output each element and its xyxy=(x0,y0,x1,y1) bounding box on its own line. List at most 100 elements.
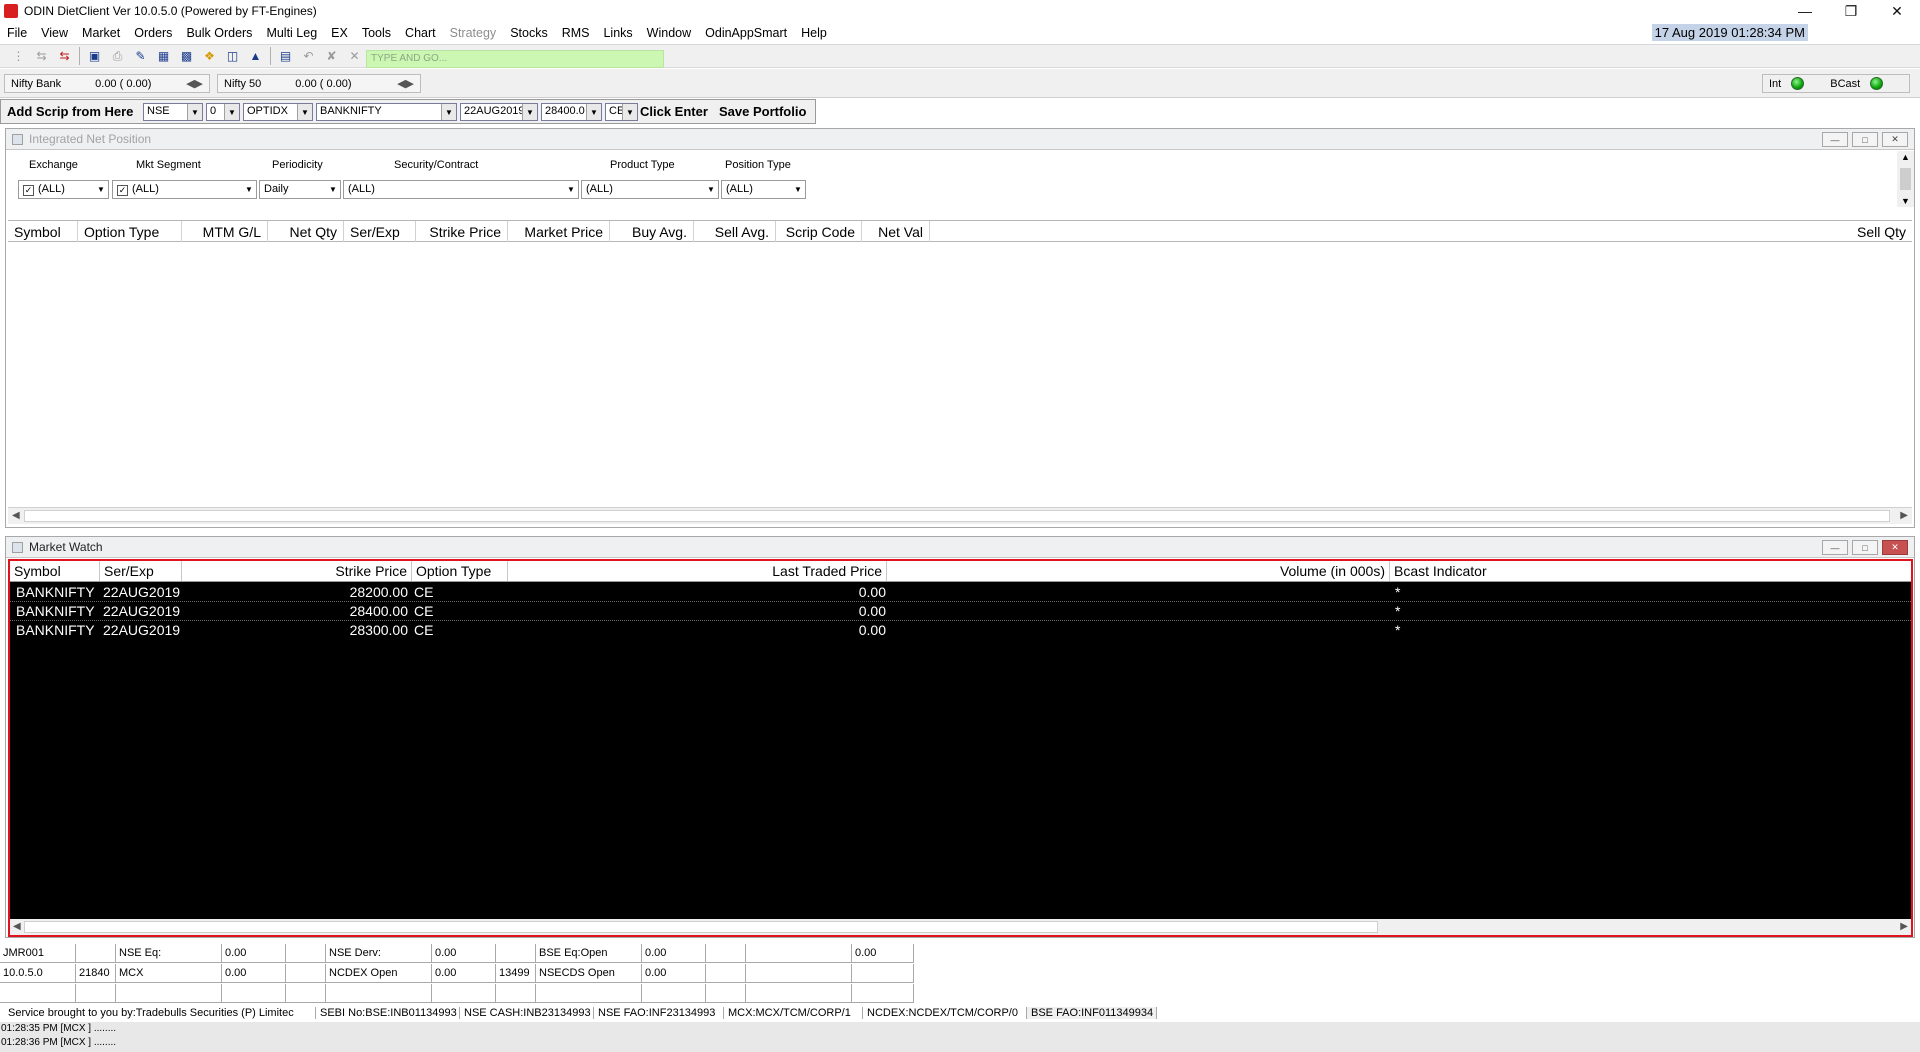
minimize-button[interactable]: — xyxy=(1782,0,1828,22)
column-header[interactable]: Volume (in 000s) xyxy=(887,561,1390,581)
chevron-down-icon[interactable]: ▼ xyxy=(791,181,805,198)
calculator-icon[interactable]: ▤ xyxy=(277,48,294,65)
instrument-select[interactable]: OPTIDX ▼ xyxy=(243,103,313,121)
save-portfolio-button[interactable]: Save Portfolio xyxy=(719,104,806,119)
menu-links[interactable]: Links xyxy=(596,26,639,40)
tools-icon[interactable]: ✘ xyxy=(323,48,340,65)
close-icon[interactable]: ✕ xyxy=(1882,132,1908,147)
segment-select[interactable]: 0 ▼ xyxy=(206,103,240,121)
menu-stocks[interactable]: Stocks xyxy=(503,26,555,40)
disconnect-icon[interactable]: ⇆ xyxy=(56,48,73,65)
column-header[interactable]: Net Qty xyxy=(268,221,344,242)
close-button[interactable]: ✕ xyxy=(1874,0,1920,22)
undo-icon[interactable]: ↶ xyxy=(300,48,317,65)
chevron-down-icon[interactable]: ▼ xyxy=(242,181,256,198)
chevron-down-icon[interactable]: ▼ xyxy=(704,181,718,198)
maximize-icon[interactable]: □ xyxy=(1852,540,1878,555)
save-icon[interactable]: ▣ xyxy=(86,48,103,65)
menu-chart[interactable]: Chart xyxy=(398,26,443,40)
checkbox-icon[interactable]: ✓ xyxy=(117,185,128,196)
column-header[interactable]: Net Val xyxy=(862,221,930,242)
scroll-left-icon[interactable]: ◀ xyxy=(13,921,21,932)
click-enter-button[interactable]: Click Enter xyxy=(640,104,708,119)
column-header[interactable]: Option Type xyxy=(412,561,508,581)
minimize-icon[interactable]: — xyxy=(1822,132,1848,147)
chevron-down-icon[interactable]: ▼ xyxy=(564,181,578,198)
order-book-icon[interactable]: ▦ xyxy=(155,48,172,65)
chevron-down-icon[interactable]: ▼ xyxy=(441,104,456,120)
column-header[interactable]: Sell Qty xyxy=(1812,221,1912,242)
market-watch-horizontal-scrollbar[interactable]: ◀ ▶ xyxy=(10,919,1911,935)
ticker-icon[interactable]: ▲ xyxy=(247,48,264,65)
column-header[interactable]: Strike Price xyxy=(182,561,412,581)
periodicity-filter-select[interactable]: Daily ▼ xyxy=(259,180,341,199)
scroll-right-icon[interactable]: ▶ xyxy=(1900,510,1908,521)
column-header[interactable]: Scrip Code xyxy=(776,221,862,242)
minimize-icon[interactable]: — xyxy=(1822,540,1848,555)
market-picture-icon[interactable]: ❖ xyxy=(201,48,218,65)
mkt-segment-filter-select[interactable]: ✓ (ALL) ▼ xyxy=(112,180,257,199)
chevron-down-icon[interactable]: ▼ xyxy=(622,104,637,120)
column-header[interactable]: Option Type xyxy=(78,221,182,242)
index-ticker-nifty50[interactable]: Nifty 50 0.00 ( 0.00) ◀▶ xyxy=(217,74,421,93)
index-ticker-niftybank[interactable]: Nifty Bank 0.00 ( 0.00) ◀▶ xyxy=(4,74,210,93)
menu-strategy[interactable]: Strategy xyxy=(443,26,504,40)
restore-button[interactable]: ❐ xyxy=(1828,0,1874,22)
menu-window[interactable]: Window xyxy=(640,26,698,40)
chevron-down-icon[interactable]: ▼ xyxy=(522,104,537,120)
scroll-left-icon[interactable]: ◀ xyxy=(12,510,20,521)
menu-ex[interactable]: EX xyxy=(324,26,355,40)
close-icon[interactable]: ✕ xyxy=(1882,540,1908,555)
snap-quote-icon[interactable]: ◫ xyxy=(224,48,241,65)
menu-odinappsmart[interactable]: OdinAppSmart xyxy=(698,26,794,40)
column-header[interactable]: MTM G/L xyxy=(182,221,268,242)
table-row[interactable]: BANKNIFTY 22AUG2019 28200.00 CE 0.00 * xyxy=(10,583,1911,602)
column-header[interactable]: Symbol xyxy=(10,561,100,581)
table-row[interactable]: BANKNIFTY 22AUG2019 28300.00 CE 0.00 * xyxy=(10,621,1911,640)
column-header[interactable]: Symbol xyxy=(8,221,78,242)
symbol-select[interactable]: BANKNIFTY ▼ xyxy=(316,103,457,121)
column-header[interactable]: Last Traded Price xyxy=(508,561,887,581)
strike-select[interactable]: 28400.0 ▼ xyxy=(541,103,602,121)
scroll-right-icon[interactable]: ▶ xyxy=(1900,921,1908,932)
scroll-arrows-icon[interactable]: ◀▶ xyxy=(397,77,414,90)
scrollbar-thumb[interactable] xyxy=(24,921,1378,933)
edit-icon[interactable]: ✎ xyxy=(132,48,149,65)
column-header[interactable]: Buy Avg. xyxy=(610,221,694,242)
scrollbar-thumb[interactable] xyxy=(1900,168,1911,190)
chevron-down-icon[interactable]: ▼ xyxy=(187,104,202,120)
chevron-down-icon[interactable]: ▼ xyxy=(94,181,108,198)
cancel-icon[interactable]: ✕ xyxy=(346,48,363,65)
exchange-filter-select[interactable]: ✓ (ALL) ▼ xyxy=(18,180,109,199)
menu-help[interactable]: Help xyxy=(794,26,834,40)
scrollbar-thumb[interactable] xyxy=(24,510,1890,522)
chevron-down-icon[interactable]: ▼ xyxy=(326,181,340,198)
menu-market[interactable]: Market xyxy=(75,26,127,40)
trade-book-icon[interactable]: ▩ xyxy=(178,48,195,65)
menu-orders[interactable]: Orders xyxy=(127,26,179,40)
exchange-select[interactable]: NSE ▼ xyxy=(143,103,203,121)
column-header[interactable]: Ser/Exp xyxy=(344,221,416,242)
checkbox-icon[interactable]: ✓ xyxy=(23,185,34,196)
menu-multi-leg[interactable]: Multi Leg xyxy=(259,26,324,40)
scroll-down-icon[interactable]: ▼ xyxy=(1901,196,1910,206)
column-header[interactable]: Ser/Exp xyxy=(100,561,182,581)
menu-file[interactable]: File xyxy=(0,26,34,40)
position-type-filter-select[interactable]: (ALL) ▼ xyxy=(721,180,806,199)
menu-tools[interactable]: Tools xyxy=(355,26,398,40)
net-position-horizontal-scrollbar[interactable]: ◀ ▶ xyxy=(8,507,1912,524)
menu-view[interactable]: View xyxy=(34,26,75,40)
option-type-select[interactable]: CE ▼ xyxy=(605,103,638,121)
table-row[interactable]: BANKNIFTY 22AUG2019 28400.00 CE 0.00 * xyxy=(10,602,1911,621)
scroll-up-icon[interactable]: ▲ xyxy=(1901,152,1910,162)
column-header[interactable]: Bcast Indicator xyxy=(1390,561,1496,581)
chevron-down-icon[interactable]: ▼ xyxy=(297,104,312,120)
chevron-down-icon[interactable]: ▼ xyxy=(224,104,239,120)
product-type-filter-select[interactable]: (ALL) ▼ xyxy=(581,180,719,199)
security-contract-filter-select[interactable]: (ALL) ▼ xyxy=(343,180,579,199)
menu-rms[interactable]: RMS xyxy=(555,26,597,40)
maximize-icon[interactable]: □ xyxy=(1852,132,1878,147)
column-header[interactable]: Strike Price xyxy=(416,221,508,242)
scroll-arrows-icon[interactable]: ◀▶ xyxy=(186,77,203,90)
column-header[interactable]: Sell Avg. xyxy=(694,221,776,242)
